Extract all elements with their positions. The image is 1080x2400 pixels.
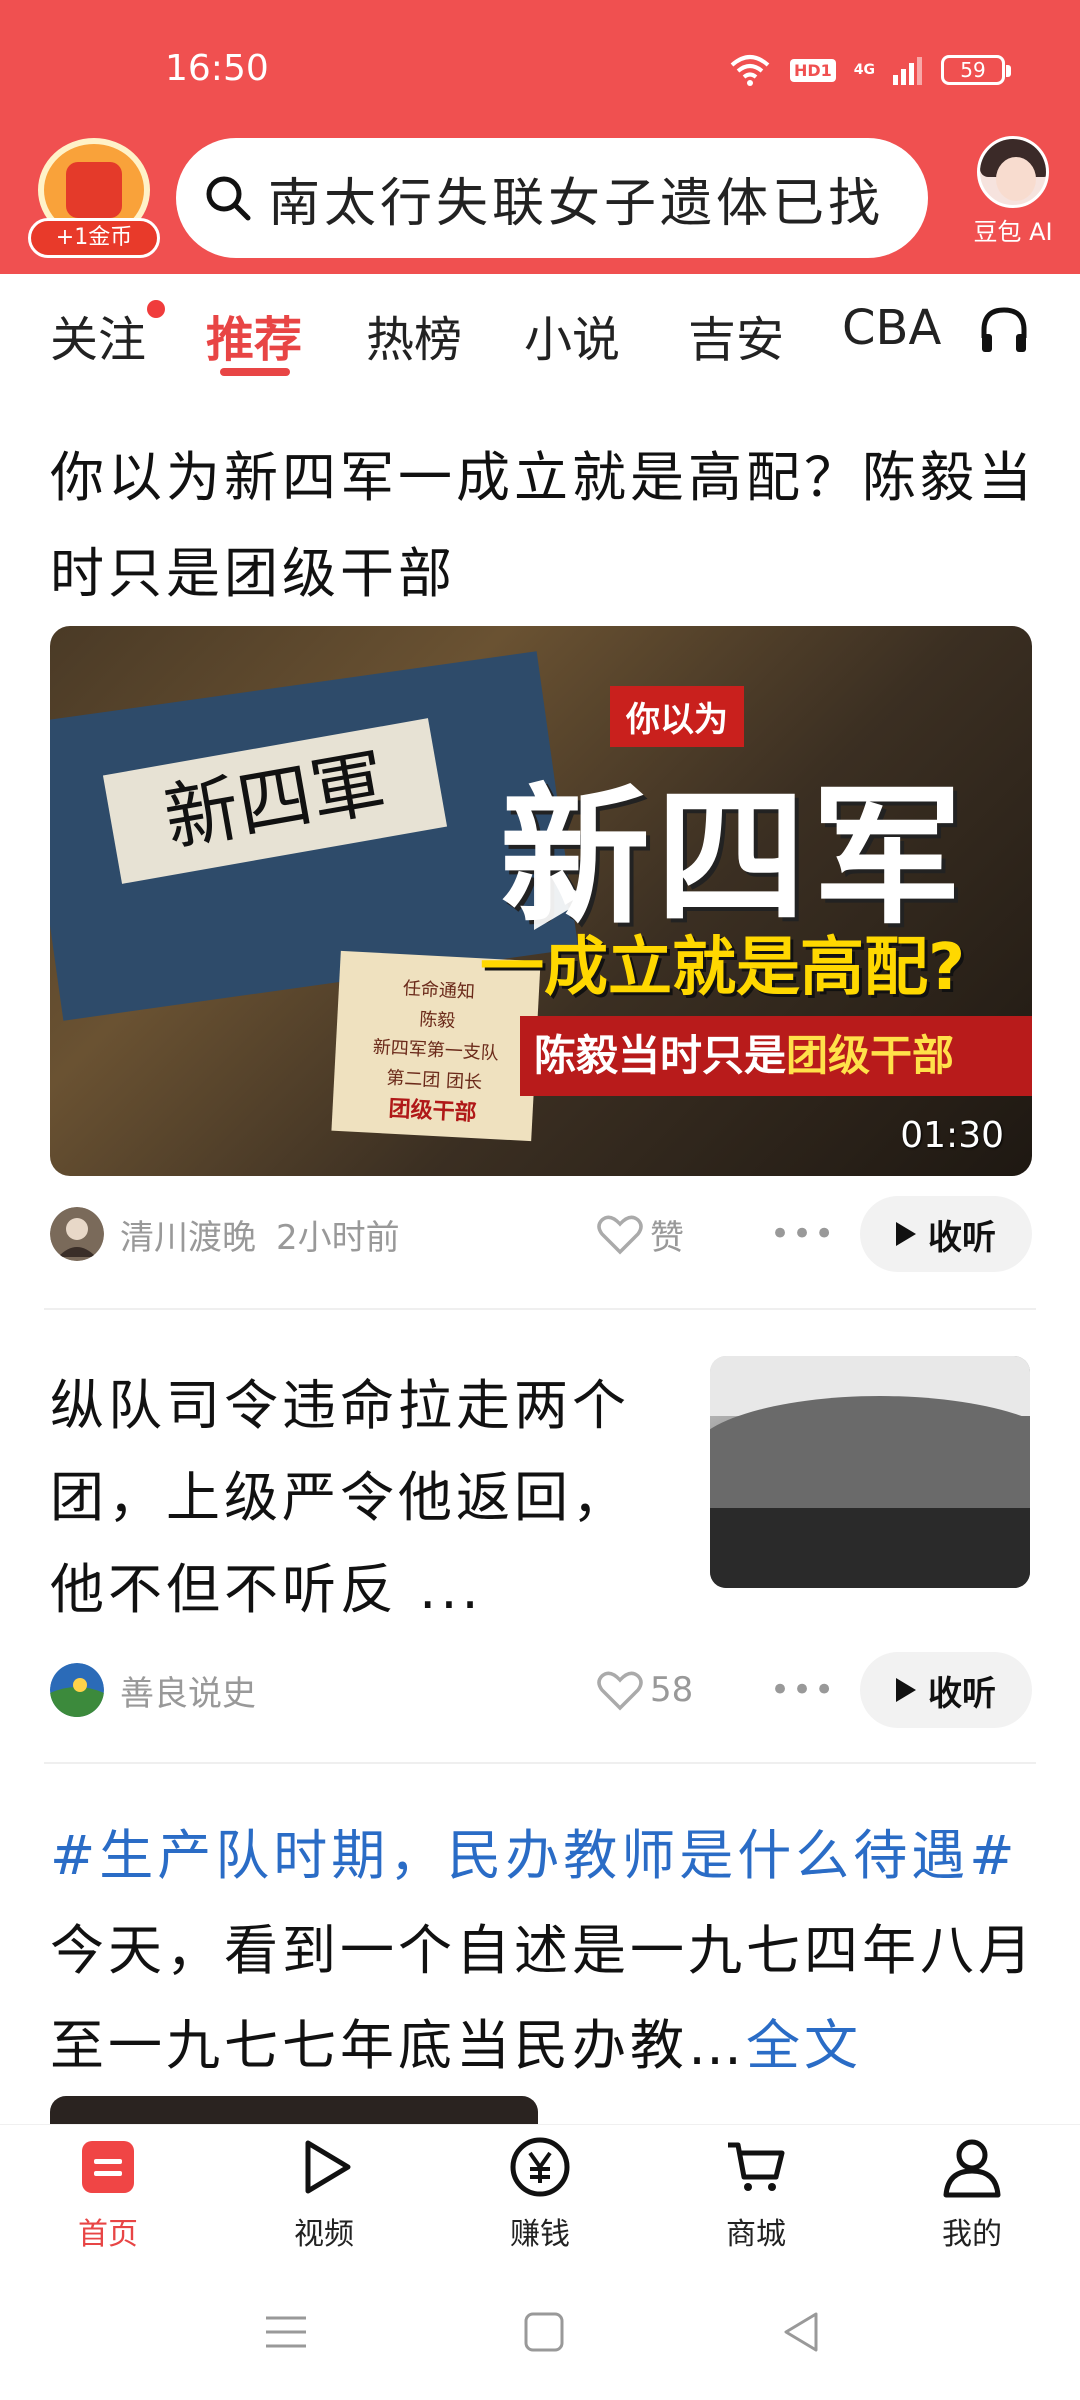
- nav-home[interactable]: 首页: [28, 2135, 188, 2253]
- read-more-link[interactable]: 全文: [746, 2014, 862, 2077]
- network-type: 4G: [853, 62, 875, 78]
- like-label: 赞: [650, 1217, 684, 1258]
- coin-reward-button[interactable]: +1金币: [28, 138, 160, 258]
- menu-icon[interactable]: [258, 2304, 314, 2360]
- back-icon[interactable]: [774, 2304, 830, 2360]
- home-button-icon[interactable]: [516, 2304, 572, 2360]
- like-button[interactable]: 58: [596, 1668, 693, 1712]
- author-avatar[interactable]: [50, 1663, 104, 1717]
- article-thumbnail[interactable]: [710, 1356, 1030, 1588]
- ai-label: 豆包 AI: [973, 218, 1053, 246]
- nav-label: 视频: [294, 2217, 354, 2252]
- article-title[interactable]: 纵队司令违命拉走两个团，上级严令他返回，他不但不听反 ...: [50, 1360, 650, 1636]
- hashtag-link[interactable]: #生产队时期，民办教师是什么待遇#: [50, 1824, 1019, 1887]
- hd-badge: HD1: [789, 58, 836, 82]
- thumbnail-banner: 陈毅当时只是团级干部: [520, 1016, 1032, 1096]
- divider: [44, 1762, 1036, 1764]
- post-time: 2小时前: [276, 1217, 400, 1258]
- tab-jian[interactable]: 吉安: [688, 300, 784, 370]
- nav-mall[interactable]: 商城: [676, 2135, 836, 2253]
- search-placeholder: 南太行失联女子遗体已找: [268, 173, 885, 234]
- article-title[interactable]: 你以为新四军一成立就是高配？陈毅当时只是团级干部: [50, 430, 1050, 622]
- listen-label: 收听: [928, 1217, 996, 1258]
- like-count: 58: [650, 1670, 694, 1710]
- video-icon: [305, 2140, 351, 2194]
- top-header: 16:50 HD1 4G 59 +1金币 南太行失联女子遗体已找 豆包 AI: [0, 0, 1080, 274]
- tab-recommend[interactable]: 推荐: [206, 300, 302, 370]
- search-bar[interactable]: 南太行失联女子遗体已找: [176, 138, 928, 258]
- battery-indicator: 59: [941, 55, 1011, 85]
- listen-button[interactable]: 收听: [860, 1196, 1032, 1272]
- video-thumbnail[interactable]: 新四軍 任命通知 陈毅 新四军第一支队 第二团 团长 团级干部 你以为 新四军 …: [50, 626, 1032, 1176]
- divider: [44, 1308, 1036, 1310]
- play-icon[interactable]: [504, 848, 604, 948]
- ai-avatar-icon: [977, 136, 1049, 208]
- nav-label: 赚钱: [510, 2217, 570, 2252]
- active-tab-indicator: [220, 368, 290, 376]
- banner-highlight: 团级干部: [786, 1031, 955, 1080]
- profile-icon: [943, 2139, 1001, 2198]
- home-icon: [82, 2141, 134, 2193]
- signal-icon: [893, 57, 922, 85]
- headphone-icon[interactable]: [978, 304, 1030, 356]
- author-name[interactable]: 善良说史: [120, 1666, 256, 1715]
- doubao-ai-button[interactable]: 豆包 AI: [958, 132, 1068, 262]
- video-duration: 01:30: [900, 1115, 1004, 1156]
- system-navigation: [0, 2264, 1080, 2400]
- nav-profile[interactable]: 我的: [892, 2135, 1052, 2253]
- yuan-icon: [510, 2137, 570, 2197]
- nav-label: 商城: [726, 2217, 786, 2252]
- tab-novel[interactable]: 小说: [524, 300, 620, 370]
- listen-button[interactable]: 收听: [860, 1652, 1032, 1728]
- tab-hot[interactable]: 热榜: [366, 300, 462, 370]
- play-triangle-icon: [896, 1678, 916, 1702]
- like-button[interactable]: 赞: [596, 1210, 684, 1259]
- status-icons: HD1 4G 59: [728, 52, 1011, 88]
- more-options-icon[interactable]: •••: [770, 1214, 836, 1254]
- post-image[interactable]: [50, 2096, 538, 2126]
- nav-earn[interactable]: 赚钱: [460, 2135, 620, 2253]
- battery-level: 59: [960, 58, 986, 82]
- coin-label: +1金币: [28, 218, 160, 258]
- listen-label: 收听: [928, 1673, 996, 1714]
- bottom-navigation: 首页 视频 赚钱 商城 我的: [0, 2124, 1080, 2264]
- nav-label: 我的: [942, 2217, 1002, 2252]
- author-name[interactable]: 清川渡晚: [120, 1210, 256, 1259]
- play-triangle-icon: [896, 1222, 916, 1246]
- heart-icon: [597, 1215, 643, 1255]
- cart-icon: [728, 2142, 785, 2191]
- article-meta: 善良说史 58 ••• 收听: [50, 1652, 1032, 1728]
- wifi-icon: [730, 55, 770, 86]
- nav-label: 首页: [78, 2217, 138, 2252]
- post-body: 今天，看到一个自述是一九七四年八月至一九七七年底当民办教…: [50, 1919, 1036, 2077]
- post-text[interactable]: #生产队时期，民办教师是什么待遇# 今天，看到一个自述是一九七四年八月至一九七七年…: [50, 1808, 1040, 2093]
- tab-cba[interactable]: CBA: [842, 300, 941, 356]
- more-options-icon[interactable]: •••: [770, 1670, 836, 1710]
- search-icon: [206, 176, 251, 221]
- status-bar: 16:50 HD1 4G 59: [0, 0, 1080, 140]
- status-time: 16:50: [165, 48, 269, 89]
- author-avatar[interactable]: [50, 1207, 104, 1261]
- tab-follow[interactable]: 关注: [50, 300, 146, 370]
- article-meta: 清川渡晚 2小时前 赞 ••• 收听: [50, 1196, 1032, 1272]
- notification-dot: [147, 300, 165, 318]
- nav-video[interactable]: 视频: [244, 2135, 404, 2253]
- banner-prefix: 陈毅当时只是: [534, 1031, 787, 1080]
- heart-icon: [597, 1671, 643, 1711]
